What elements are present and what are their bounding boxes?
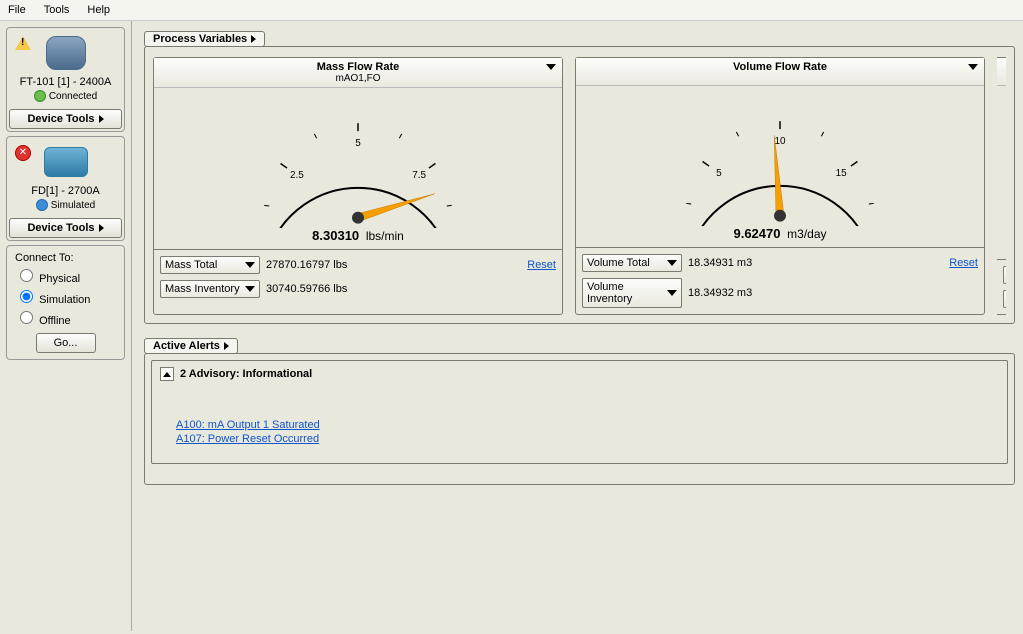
device-status-text: Connected xyxy=(49,91,97,102)
device-status: Simulated xyxy=(36,199,95,211)
menu-bar: File Tools Help xyxy=(0,0,1023,21)
svg-text:2.5: 2.5 xyxy=(290,170,304,181)
gauge-title: Volume Flow Rate xyxy=(580,61,980,73)
reset-link[interactable]: Reset xyxy=(527,259,556,271)
gauge-dial: 02.557.510 xyxy=(154,88,562,228)
connected-icon xyxy=(34,90,46,102)
menu-tools[interactable]: Tools xyxy=(44,4,70,16)
inventory-value: 30740.59766 lbs xyxy=(266,283,347,295)
gauge-header[interactable]: Volume Flow Rate xyxy=(576,58,984,86)
warning-icon xyxy=(15,36,31,52)
active-alerts-tab[interactable]: Active Alerts xyxy=(144,338,238,354)
connect-option-simulation[interactable]: Simulation xyxy=(15,287,116,306)
chevron-right-icon xyxy=(251,35,256,43)
chevron-down-icon xyxy=(245,286,255,292)
error-icon xyxy=(15,145,31,161)
total-selector[interactable]: Mass Total xyxy=(160,256,260,274)
inventory-selector[interactable]: Mass Inventory xyxy=(160,280,260,298)
gauge-card-0: Mass Flow Rate mAO1,FO 02.557.510 8.3031… xyxy=(153,57,563,315)
total-value: 18.34931 m3 xyxy=(688,257,752,269)
sidebar: FT-101 [1] - 2400A Connected Device Tool… xyxy=(0,21,132,631)
collapse-icon[interactable] xyxy=(160,367,174,381)
device-tools-label: Device Tools xyxy=(27,222,94,234)
total-selector[interactable]: D xyxy=(1003,266,1006,284)
go-button[interactable]: Go... xyxy=(36,333,96,353)
gauge-dial: 05101520 xyxy=(576,86,984,226)
svg-text:10: 10 xyxy=(774,136,786,147)
gauge-value: 8.30310 lbs/min xyxy=(154,228,562,249)
process-variables-tab[interactable]: Process Variables xyxy=(144,31,265,47)
section-title: Active Alerts xyxy=(153,340,220,352)
alerts-panel: 2 Advisory: Informational A100: mA Outpu… xyxy=(151,360,1008,464)
process-variables-frame: Mass Flow Rate mAO1,FO 02.557.510 8.3031… xyxy=(144,46,1015,324)
device-icon xyxy=(46,36,86,70)
inventory-value: 18.34932 m3 xyxy=(688,287,752,299)
chevron-down-icon xyxy=(667,260,677,266)
alert-link[interactable]: A107: Power Reset Occurred xyxy=(176,433,999,445)
device-tools-button[interactable]: Device Tools xyxy=(9,109,122,129)
device-tools-label: Device Tools xyxy=(27,113,94,125)
device-name: FD[1] - 2700A xyxy=(9,185,122,197)
main-area: Process Variables Mass Flow Rate mAO1,FO… xyxy=(132,21,1023,631)
menu-help[interactable]: Help xyxy=(87,4,110,16)
inventory-selector[interactable]: Volume Inventory xyxy=(582,278,682,308)
reset-link[interactable]: Reset xyxy=(949,257,978,269)
gauges-row: Mass Flow Rate mAO1,FO 02.557.510 8.3031… xyxy=(153,57,1006,315)
connect-title: Connect To: xyxy=(15,252,116,264)
chevron-down-icon xyxy=(968,64,978,70)
svg-text:15: 15 xyxy=(836,168,848,179)
total-value: 27870.16797 lbs xyxy=(266,259,347,271)
gauge-card-1: Volume Flow Rate 05101520 9.62470 m3/day… xyxy=(575,57,985,315)
alert-link[interactable]: A100: mA Output 1 Saturated xyxy=(176,419,999,431)
chevron-down-icon xyxy=(245,262,255,268)
chevron-down-icon xyxy=(667,290,677,296)
total-selector[interactable]: Volume Total xyxy=(582,254,682,272)
connect-option-physical[interactable]: Physical xyxy=(15,266,116,285)
gauge-header[interactable]: Mass Flow Rate mAO1,FO xyxy=(154,58,562,88)
device-status: Connected xyxy=(34,90,97,102)
device-status-text: Simulated xyxy=(51,200,95,211)
svg-text:5: 5 xyxy=(716,168,722,179)
connect-panel: Connect To: Physical Simulation Offline … xyxy=(6,245,125,360)
connect-option-offline[interactable]: Offline xyxy=(15,308,116,327)
menu-file[interactable]: File xyxy=(8,4,26,16)
gauge-title: Mass Flow Rate xyxy=(158,61,558,73)
gauge-value: 9.62470 m3/day xyxy=(576,226,984,247)
chevron-down-icon xyxy=(546,64,556,70)
device-icon xyxy=(44,147,88,177)
active-alerts-section: Active Alerts 2 Advisory: Informational … xyxy=(144,338,1015,485)
svg-text:5: 5 xyxy=(355,138,361,149)
section-title: Process Variables xyxy=(153,33,247,45)
svg-text:7.5: 7.5 xyxy=(412,170,426,181)
device-tools-button[interactable]: Device Tools xyxy=(9,218,122,238)
device-card-0[interactable]: FT-101 [1] - 2400A Connected Device Tool… xyxy=(6,27,125,132)
simulated-icon xyxy=(36,199,48,211)
chevron-right-icon xyxy=(99,115,104,123)
gauge-card-overflow: D T xyxy=(997,57,1006,315)
device-name: FT-101 [1] - 2400A xyxy=(9,76,122,88)
chevron-right-icon xyxy=(99,224,104,232)
device-card-1[interactable]: FD[1] - 2700A Simulated Device Tools xyxy=(6,136,125,241)
gauge-subtitle: mAO1,FO xyxy=(158,73,558,84)
inventory-selector[interactable]: T xyxy=(1003,290,1006,308)
alerts-header: 2 Advisory: Informational xyxy=(180,368,312,380)
chevron-right-icon xyxy=(224,342,229,350)
